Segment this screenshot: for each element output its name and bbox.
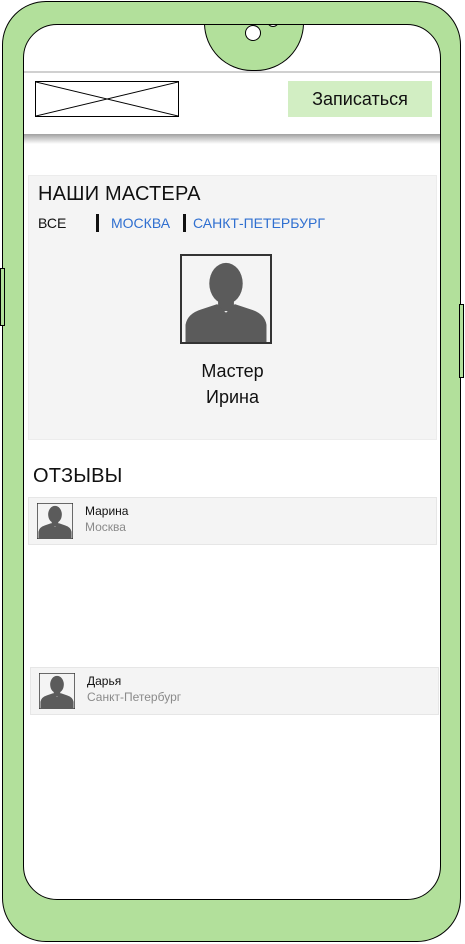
filter-separator (183, 214, 186, 232)
signup-button[interactable]: Записаться (288, 81, 432, 117)
reviewer-city: Москва (85, 520, 126, 534)
review-card[interactable]: Дарья Санкт-Петербург (30, 667, 439, 715)
master-photo[interactable] (180, 254, 272, 344)
sensor-icon (267, 25, 279, 27)
user-silhouette-icon (37, 503, 73, 539)
logo-placeholder-icon (36, 82, 178, 116)
phone-screen: Записаться НАШИ МАСТЕРА ВСЕ МОСКВА САНКТ… (23, 24, 441, 900)
city-filter-tabs: ВСЕ МОСКВА САНКТ-ПЕТЕРБУРГ (38, 213, 325, 233)
phone-side-button-right (459, 304, 464, 378)
masters-title: НАШИ МАСТЕРА (38, 183, 201, 205)
masters-section: НАШИ МАСТЕРА ВСЕ МОСКВА САНКТ-ПЕТЕРБУРГ … (28, 175, 437, 440)
filter-separator (96, 214, 99, 232)
phone-notch (204, 25, 304, 71)
phone-side-button-left (0, 268, 5, 326)
review-card[interactable]: Марина Москва (28, 497, 437, 545)
reviewer-city: Санкт-Петербург (87, 690, 182, 704)
master-title: Мастер (201, 361, 264, 381)
front-camera-icon (245, 25, 261, 41)
user-silhouette-icon (39, 673, 75, 709)
logo-placeholder[interactable] (35, 81, 179, 117)
filter-all[interactable]: ВСЕ (38, 215, 96, 231)
header-shadow (24, 134, 440, 144)
filter-moscow[interactable]: МОСКВА (111, 215, 183, 231)
reviewer-name: Дарья (87, 674, 122, 688)
reviews-title: ОТЗЫВЫ (33, 465, 123, 487)
filter-saint-petersburg[interactable]: САНКТ-ПЕТЕРБУРГ (193, 215, 325, 231)
reviewer-name: Марина (85, 504, 129, 518)
user-silhouette-icon (185, 262, 267, 342)
site-header: Записаться (24, 71, 440, 137)
master-name: Ирина (206, 387, 259, 407)
